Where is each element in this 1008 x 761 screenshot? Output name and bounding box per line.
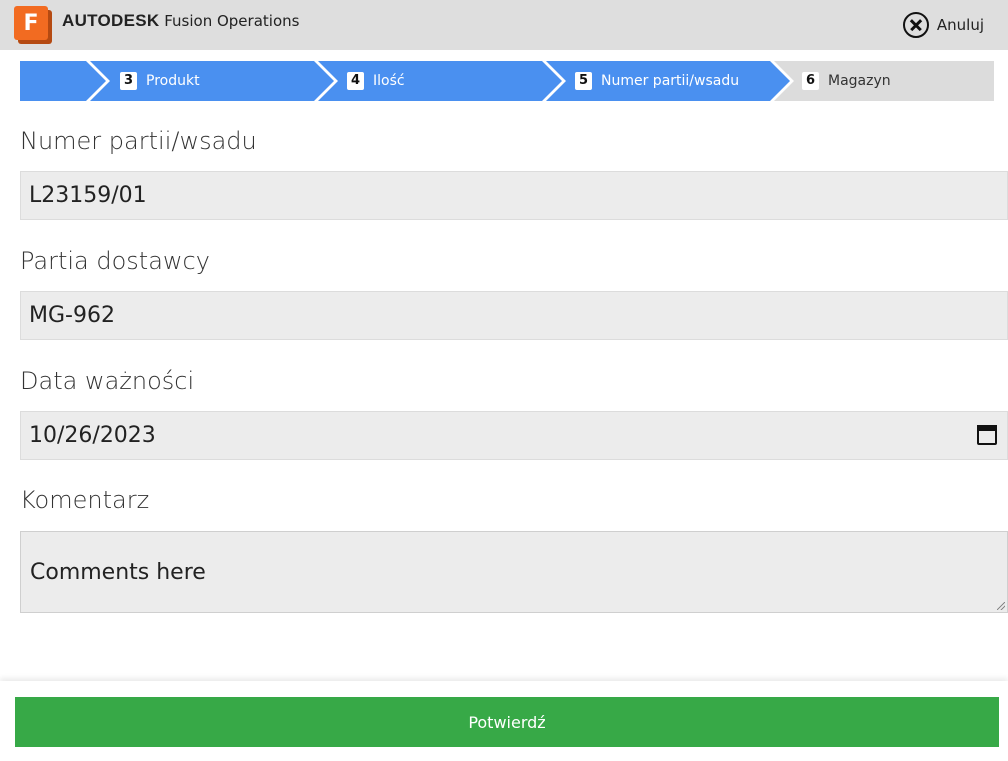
supplier-batch-input[interactable]: MG-962 [20,291,1008,340]
calendar-icon[interactable] [977,425,997,445]
footer: Potwierdź [0,681,1008,761]
resize-handle[interactable] [997,602,1005,610]
logo-letter: F [14,6,48,40]
batch-number-input[interactable]: L23159/01 [20,171,1008,220]
step-label: Magazyn [828,73,891,89]
step-ilosc[interactable]: 4 Ilość [347,71,405,91]
comment-label: Komentarz [20,486,150,514]
brand-name: AUTODESK [62,11,160,30]
expiry-date-input[interactable]: 10/26/2023 [20,411,1008,460]
step-segment-2 [20,61,106,101]
progress-steps: 3 Produkt 4 Ilość 5 Numer partii/wsadu 6… [20,61,994,101]
step-numer-partii[interactable]: 5 Numer partii/wsadu [575,71,739,91]
app-title: AUTODESK Fusion Operations [62,11,299,31]
step-produkt[interactable]: 3 Produkt [120,71,200,91]
step-number: 3 [120,72,137,90]
confirm-button[interactable]: Potwierdź [15,697,999,747]
fusion-logo: F [14,6,52,44]
step-magazyn[interactable]: 6 Magazyn [802,71,891,91]
top-bar: F AUTODESK Fusion Operations Anuluj [0,0,1008,50]
step-label: Numer partii/wsadu [601,73,740,89]
step-number: 6 [802,72,819,90]
step-number: 4 [347,72,364,90]
product-name: Fusion Operations [164,12,300,30]
cancel-label: Anuluj [936,16,984,34]
step-label: Ilość [373,73,405,89]
cancel-button[interactable]: Anuluj [902,9,984,41]
step-number: 5 [575,72,592,90]
expiry-date-value: 10/26/2023 [29,423,156,448]
expiry-date-label: Data ważności [20,367,195,395]
close-circle-icon [902,12,929,38]
comment-textarea[interactable]: Comments here [20,531,1008,613]
step-label: Produkt [146,73,200,89]
comment-placeholder: Comments here [30,560,206,585]
batch-number-label: Numer partii/wsadu [20,127,257,155]
supplier-batch-label: Partia dostawcy [20,247,210,275]
